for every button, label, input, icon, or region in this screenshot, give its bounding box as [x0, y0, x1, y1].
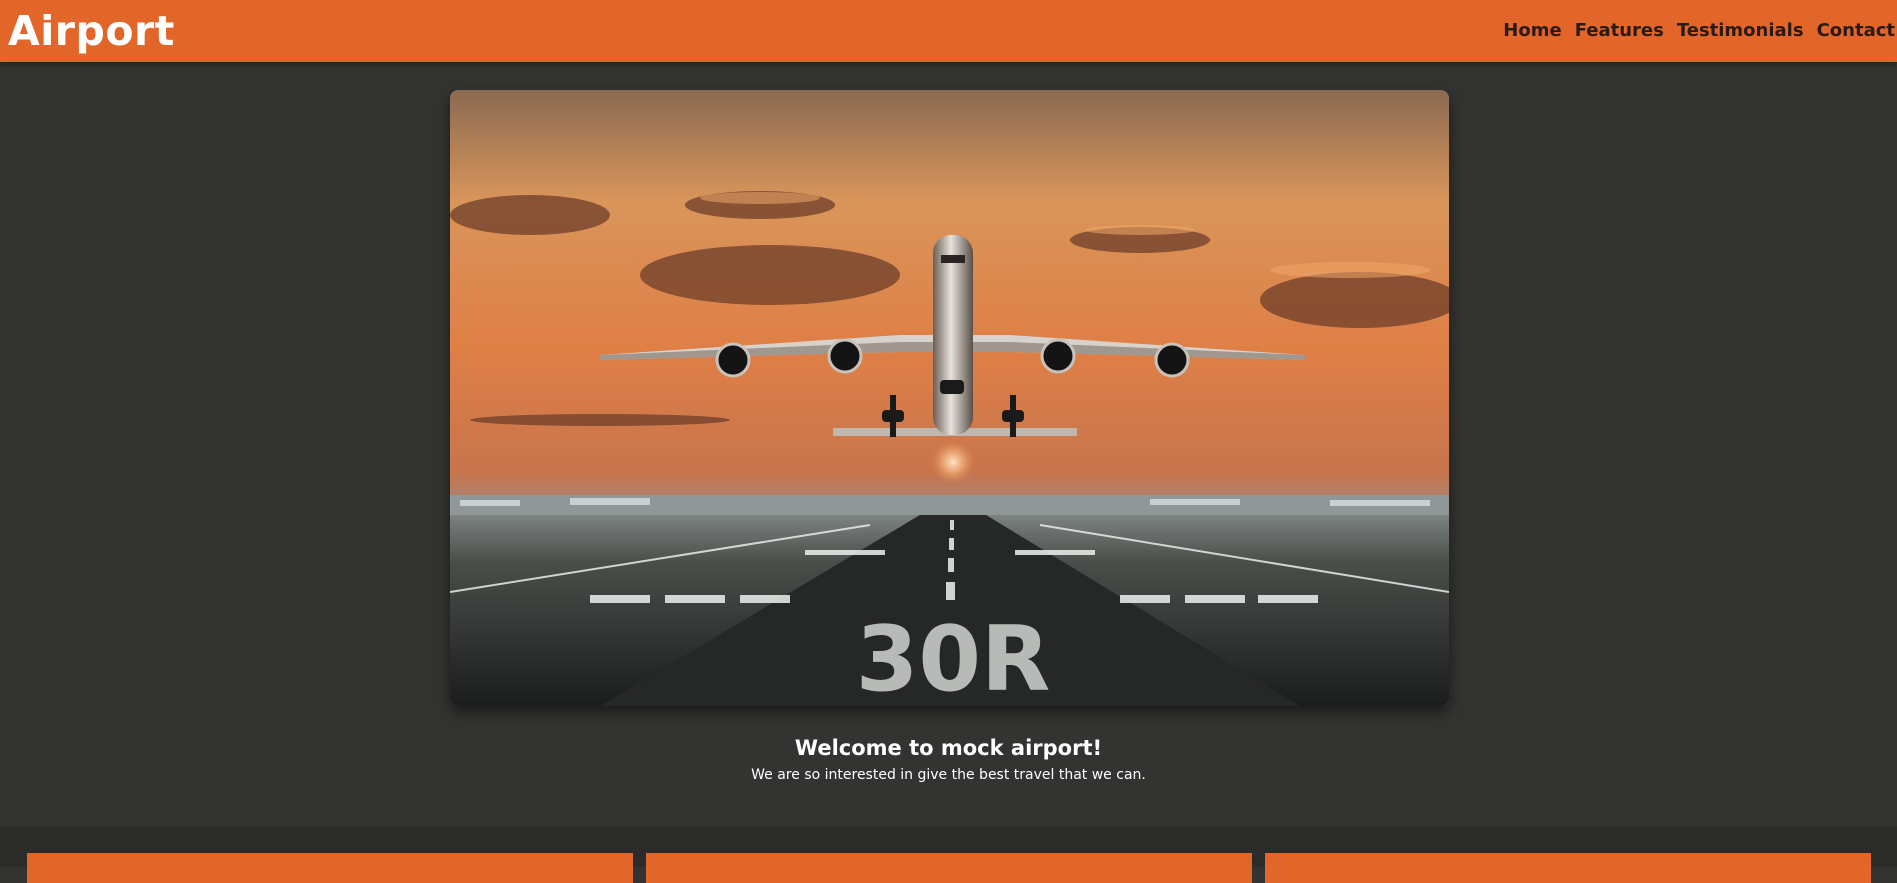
main-nav: Home Features Testimonials Contact: [1503, 19, 1895, 43]
nav-contact-link[interactable]: Contact: [1817, 19, 1895, 43]
airplane-takeoff-image: 30R: [450, 90, 1449, 706]
welcome-subtitle: We are so interested in give the best tr…: [751, 767, 1146, 783]
nav-testimonials-link[interactable]: Testimonials: [1677, 19, 1804, 43]
site-header: Airport Home Features Testimonials Conta…: [0, 0, 1897, 62]
feature-card-1: [27, 853, 633, 883]
feature-card-2: [646, 853, 1252, 883]
nav-features-link[interactable]: Features: [1575, 19, 1664, 43]
welcome-heading: Welcome to mock airport!: [794, 736, 1103, 760]
feature-card-3: [1265, 853, 1871, 883]
hero-image: 30R: [450, 90, 1449, 706]
nav-home-link[interactable]: Home: [1503, 19, 1561, 43]
runway-marking: 30R: [856, 607, 1051, 706]
site-logo[interactable]: Airport: [8, 4, 175, 58]
